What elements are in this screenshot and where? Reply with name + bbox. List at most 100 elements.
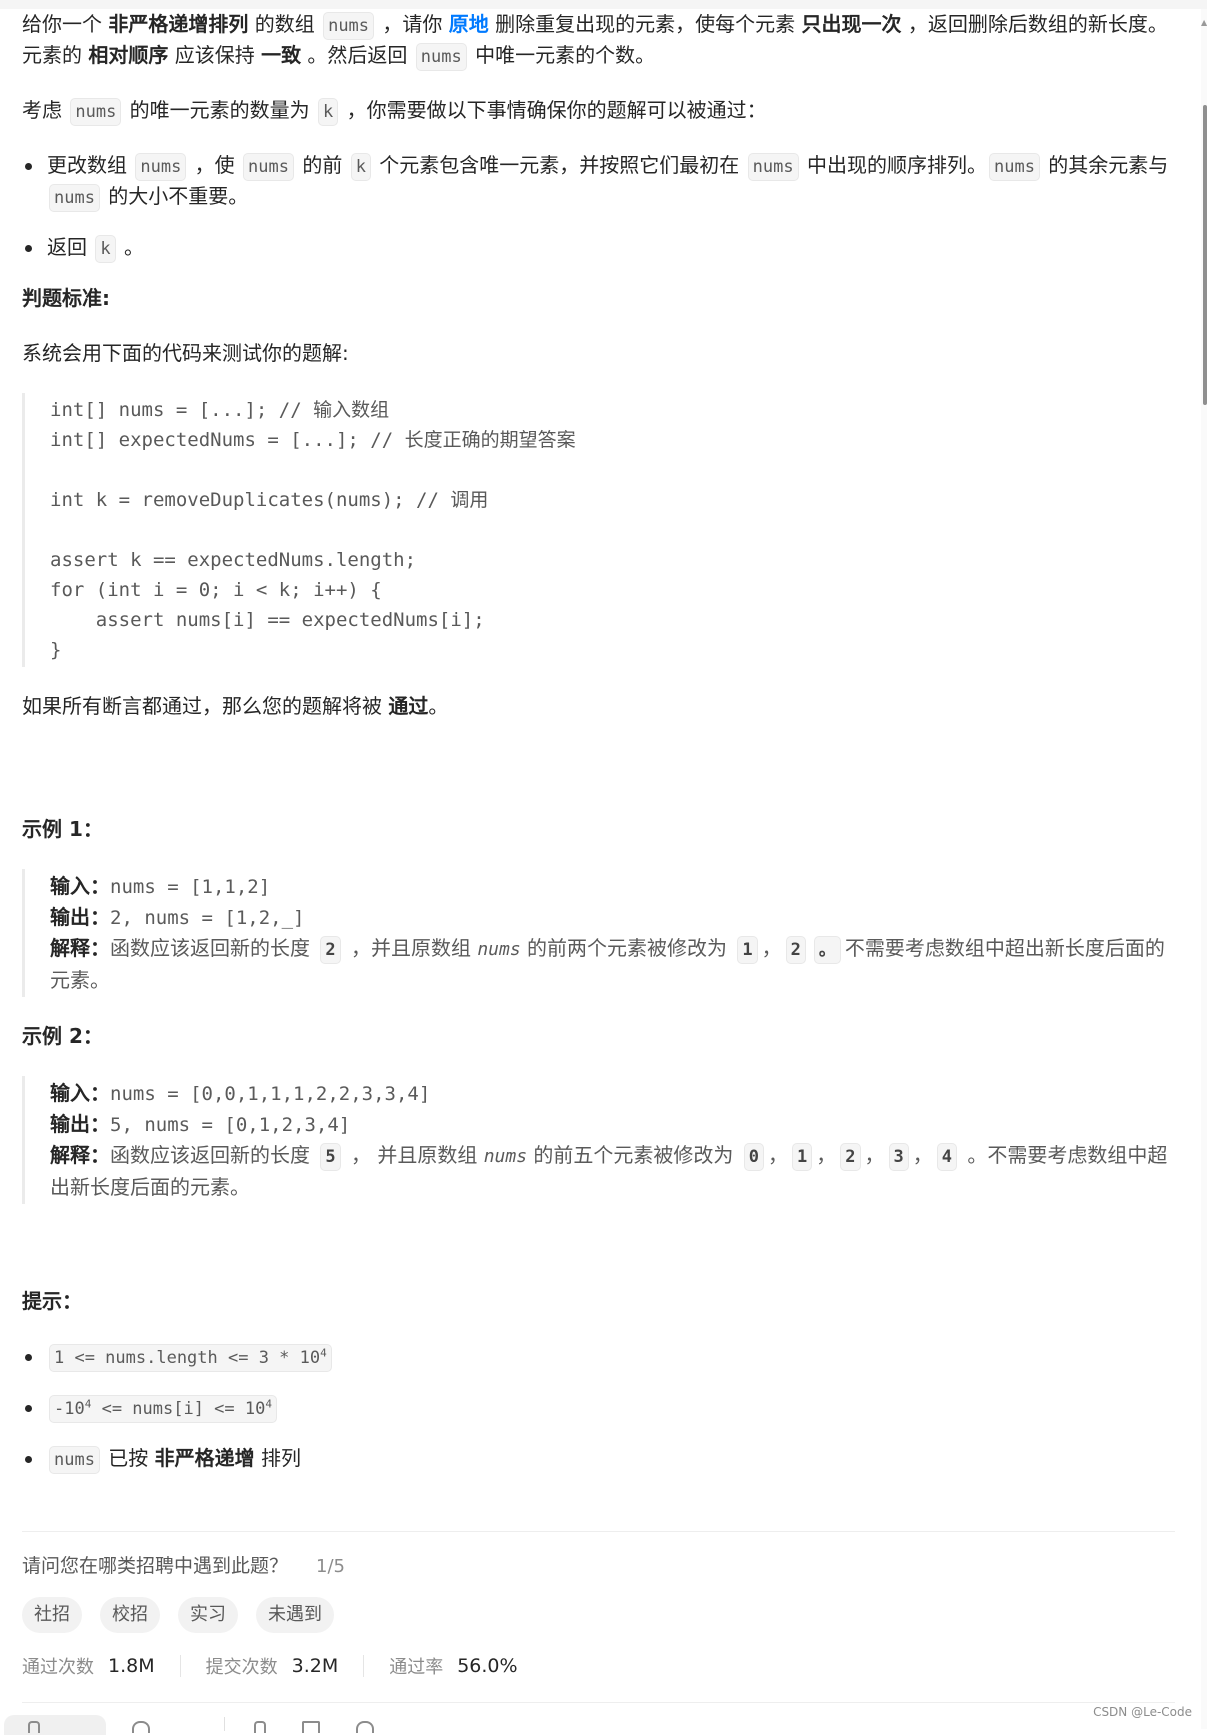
judge-conclusion: 如果所有断言都通过，那么您的题解将被 通过。 xyxy=(22,691,1178,722)
text-run: 给你一个 xyxy=(22,12,109,36)
problem-description: 给你一个 非严格递增排列 的数组 nums ，请你 原地 删除重复出现的元素，使… xyxy=(22,9,1178,1494)
inline-code: nums xyxy=(243,153,294,181)
example-2-block: 输入：nums = [0,0,1,1,1,2,2,3,3,4] 输出：5, nu… xyxy=(22,1076,1178,1204)
share-icon[interactable] xyxy=(302,1721,320,1733)
accepted-label: 通过次数 xyxy=(22,1657,94,1678)
star-icon[interactable] xyxy=(254,1721,266,1733)
emphasis-text: 非严格递增 xyxy=(154,1446,255,1470)
input-value: nums = [0,0,1,1,1,2,2,3,3,4] xyxy=(110,1083,431,1105)
help-icon[interactable] xyxy=(356,1721,374,1733)
text-run: 的前五个元素被修改为 xyxy=(527,1143,740,1167)
text-run: ， xyxy=(768,1143,789,1167)
hints-list: 1 <= nums.length <= 3 * 104 -104 <= nums… xyxy=(22,1341,1178,1474)
text-run: 如果所有断言都通过，那么您的题解将被 xyxy=(22,694,389,718)
text-run: 函数应该返回新的长度 xyxy=(110,936,317,960)
text-run: 中出现的顺序排列。 xyxy=(800,153,987,177)
top-bar xyxy=(0,0,1207,9)
example-2-input: 输入：nums = [0,0,1,1,1,2,2,3,3,4] xyxy=(50,1078,1178,1109)
example-2-output: 输出：5, nums = [0,1,2,3,4] xyxy=(50,1109,1178,1140)
acceptance-rate-label: 通过率 xyxy=(389,1657,444,1678)
value-chip: 0 xyxy=(743,1143,765,1171)
text-run: 。 xyxy=(117,235,144,259)
scrollbar-thumb[interactable] xyxy=(1203,105,1207,405)
intro-paragraph-2: 考虑 nums 的唯一元素的数量为 k ，你需要做以下事情确保你的题解可以被通过… xyxy=(22,95,1178,126)
value-chip: 1 xyxy=(737,936,758,964)
like-button[interactable] xyxy=(4,1715,106,1735)
inline-code: nums xyxy=(135,153,187,181)
input-label: 输入： xyxy=(50,874,110,898)
survey-option-not-encountered[interactable]: 未遇到 xyxy=(256,1597,334,1633)
text-run: 更改数组 xyxy=(47,153,134,177)
survey-options: 社招 校招 实习 未遇到 xyxy=(22,1597,334,1633)
survey-option-intern[interactable]: 实习 xyxy=(178,1597,238,1633)
hint-item: nums 已按 非严格递增 排列 xyxy=(22,1443,1178,1474)
text-run: ，使 xyxy=(188,153,242,177)
toolbar-divider xyxy=(22,1702,1175,1703)
bottom-toolbar xyxy=(4,1715,504,1735)
inline-code: nums xyxy=(415,43,467,71)
inline-code: nums xyxy=(747,153,799,181)
explain-text: 函数应该返回新的长度 5 ， 并且原数组 nums 的前五个元素被修改为 0， 1… xyxy=(50,1143,1167,1199)
emphasis-text: 非严格递增排列 xyxy=(108,12,249,36)
judge-heading: 判题标准: xyxy=(22,286,110,310)
example-1-block: 输入：nums = [1,1,2] 输出：2, nums = [1,2,_] 解… xyxy=(22,869,1178,997)
text-run: ， xyxy=(912,1143,933,1167)
text-run: 返回 xyxy=(47,235,94,259)
value-chip: 5 xyxy=(320,1143,341,1171)
survey-option-social[interactable]: 社招 xyxy=(22,1597,82,1633)
thumbs-up-icon xyxy=(28,1721,40,1733)
example-1-explain: 解释：函数应该返回新的长度 2 ，并且原数组 nums 的前两个元素被修改为 1… xyxy=(50,933,1178,995)
stat-divider xyxy=(363,1655,365,1677)
hint-item: -104 <= nums[i] <= 104 xyxy=(22,1392,1178,1423)
requirement-item: 返回 k 。 xyxy=(22,232,1178,263)
requirement-item: 更改数组 nums ，使 nums 的前 k 个元素包含唯一元素，并按照它们最初… xyxy=(22,150,1178,212)
survey-option-campus[interactable]: 校招 xyxy=(100,1597,160,1633)
hints-heading: 提示： xyxy=(22,1289,82,1313)
text-run: 的前 xyxy=(295,153,349,177)
input-label: 输入： xyxy=(50,1081,110,1105)
explain-label: 解释： xyxy=(50,1143,110,1167)
stat-divider xyxy=(179,1655,181,1677)
recruitment-survey: 请问您在哪类招聘中遇到此题？ 1/5 xyxy=(22,1551,345,1578)
text-run: ， xyxy=(761,936,782,960)
text-run: ，你需要做以下事情确保你的题解可以被通过： xyxy=(340,98,767,122)
example-1-title: 示例 1： xyxy=(22,817,103,841)
text-run: 。 xyxy=(428,694,449,718)
text-run: 已按 xyxy=(101,1446,155,1470)
watermark: CSDN @Le-Code xyxy=(1093,1705,1192,1719)
example-1-input: 输入：nums = [1,1,2] xyxy=(50,871,1178,902)
text-run: ， xyxy=(864,1143,885,1167)
example-2-title: 示例 2： xyxy=(22,1024,103,1048)
explain-text: 函数应该返回新的长度 2 ，并且原数组 nums 的前两个元素被修改为 1， 2。… xyxy=(50,936,1165,992)
value-chip: 2 xyxy=(785,936,806,964)
inline-code: nums xyxy=(323,12,375,40)
output-label: 输出： xyxy=(50,905,110,929)
text-run: 删除重复出现的元素，使每个元素 xyxy=(488,12,802,36)
submissions-label: 提交次数 xyxy=(205,1657,278,1678)
text-run: 的大小不重要。 xyxy=(101,184,249,208)
comment-icon[interactable] xyxy=(132,1721,150,1733)
value-chip: 4 xyxy=(936,1143,958,1171)
value-chip: 1 xyxy=(792,1143,813,1171)
example-1-output: 输出：2, nums = [1,2,_] xyxy=(50,902,1178,933)
text-run: 的数组 xyxy=(248,12,322,36)
inplace-link[interactable]: 原地 xyxy=(449,12,489,36)
judge-intro: 系统会用下面的代码来测试你的题解: xyxy=(22,341,349,365)
hint-item: 1 <= nums.length <= 3 * 104 xyxy=(22,1341,1178,1372)
output-value: 5, nums = [0,1,2,3,4] xyxy=(110,1114,351,1136)
italic-var: nums xyxy=(483,1146,528,1167)
value-chip: 2 xyxy=(840,1143,861,1171)
input-value: nums = [1,1,2] xyxy=(110,876,271,898)
inline-code: k xyxy=(318,98,339,126)
text-run: 的唯一元素的数量为 xyxy=(123,98,317,122)
survey-question: 请问您在哪类招聘中遇到此题？ xyxy=(22,1555,289,1577)
accepted-value: 1.8M xyxy=(108,1655,155,1677)
submissions-value: 3.2M xyxy=(291,1655,339,1677)
scroll-up-icon[interactable]: ▲ xyxy=(1201,19,1207,27)
acceptance-rate-value: 56.0% xyxy=(457,1655,518,1677)
text-run: 中唯一元素的个数。 xyxy=(468,43,656,67)
text-run: ， 并且原数组 xyxy=(344,1143,484,1167)
inline-code: nums xyxy=(988,153,1040,181)
emphasis-text: 一致 xyxy=(261,43,302,67)
example-2-explain: 解释：函数应该返回新的长度 5 ， 并且原数组 nums 的前五个元素被修改为 … xyxy=(50,1140,1178,1202)
